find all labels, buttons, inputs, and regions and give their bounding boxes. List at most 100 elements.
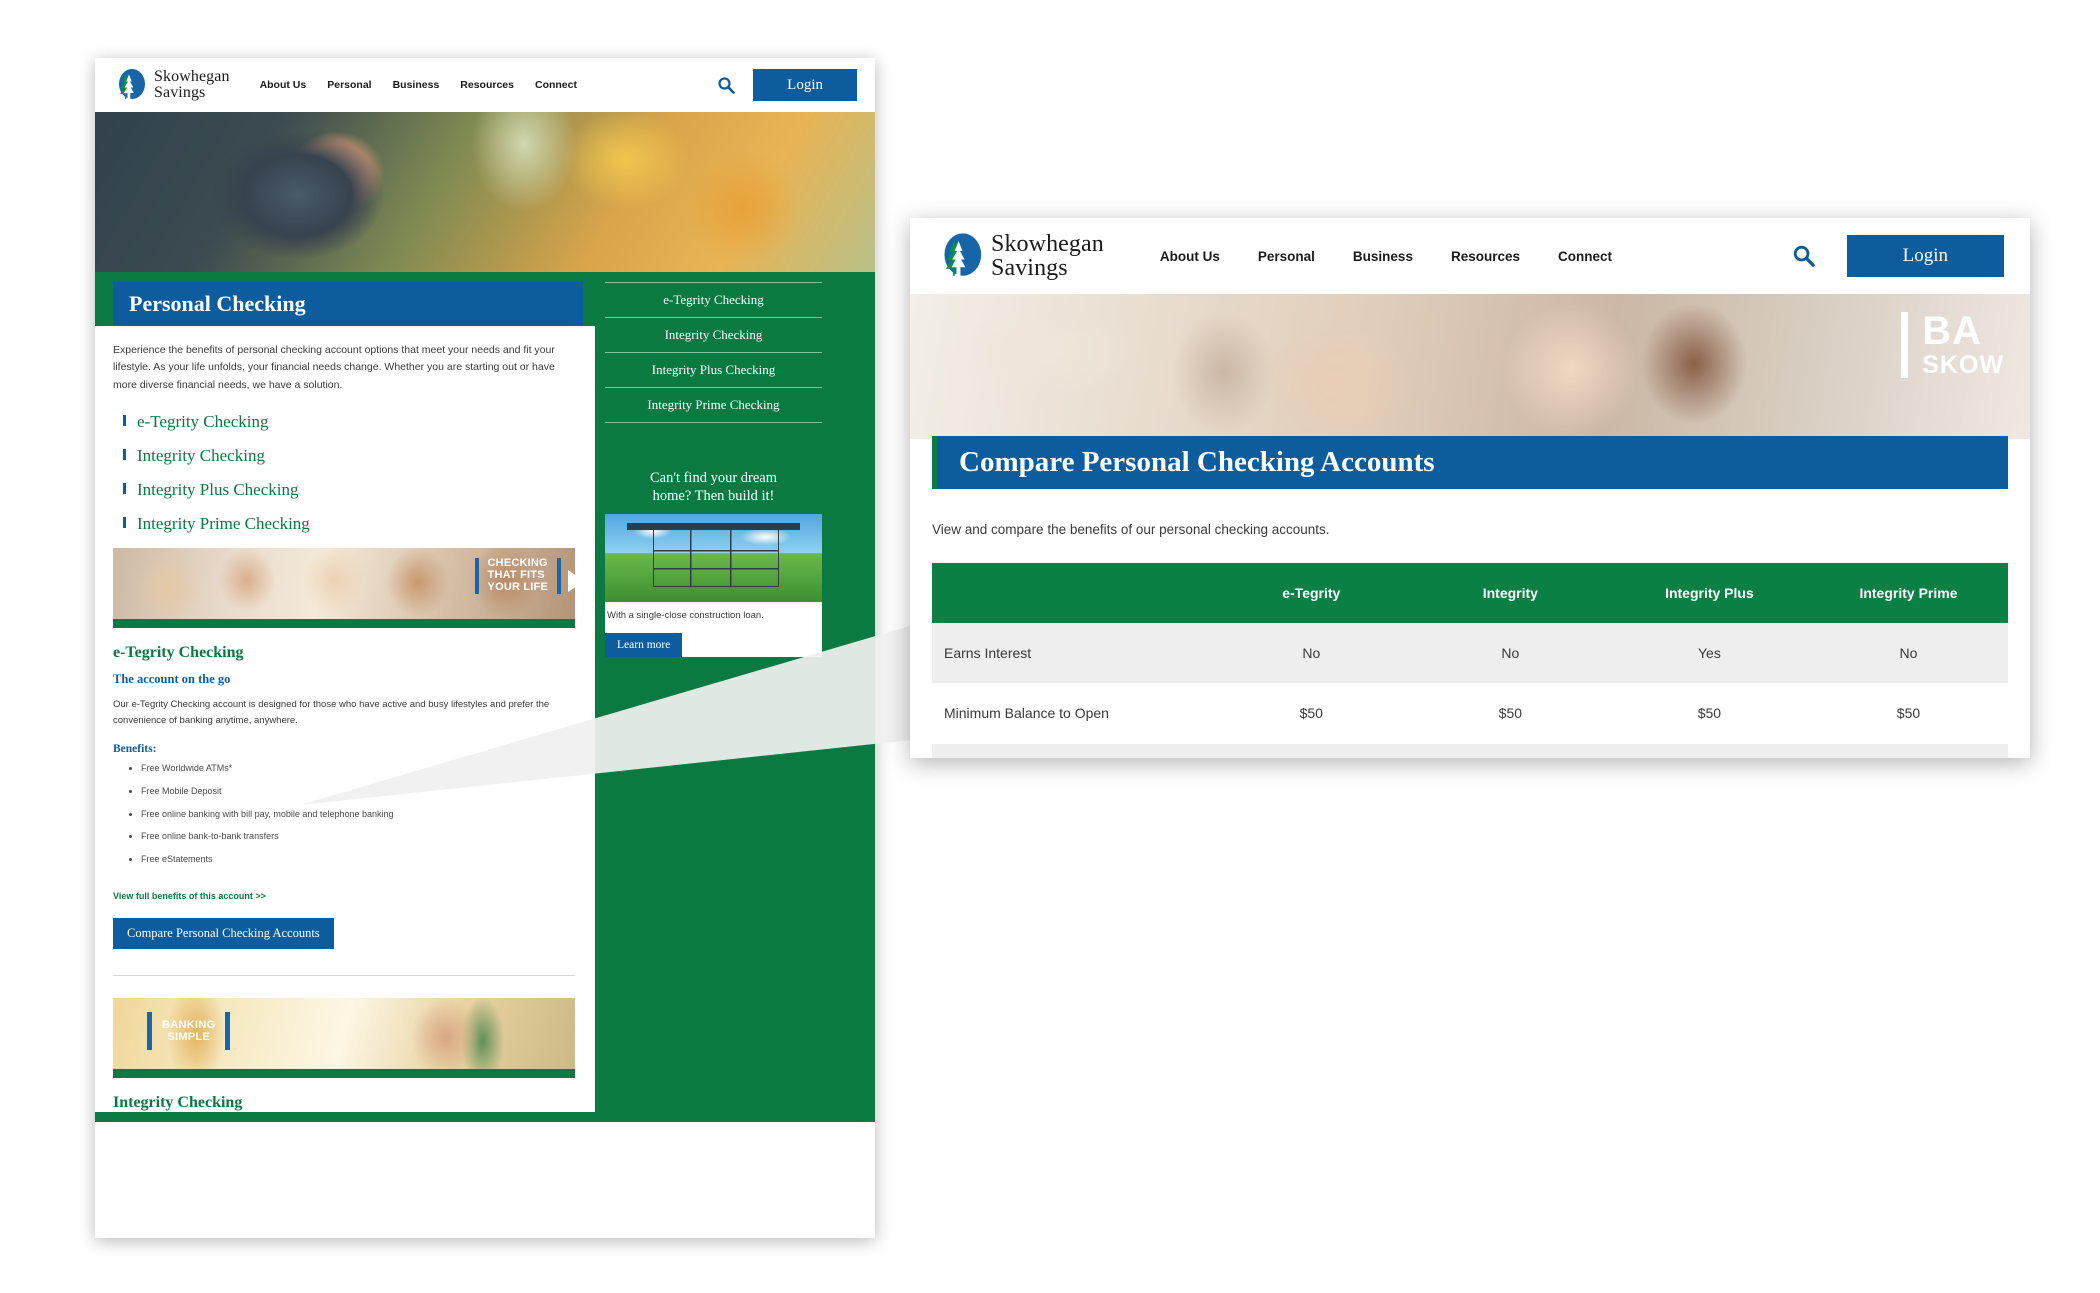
table-row: Minimum Monthly Average Daily Balance to… bbox=[932, 743, 2008, 758]
nav-item-connect[interactable]: Connect bbox=[535, 79, 577, 91]
compare-personal-checking-accounts-button[interactable]: Compare Personal Checking Accounts bbox=[113, 917, 334, 949]
row-label-earns-interest: Earns Interest bbox=[932, 623, 1212, 684]
account-link-etegrity[interactable]: e-Tegrity Checking bbox=[137, 412, 268, 431]
site-logo[interactable]: Skowhegan Savings bbox=[113, 68, 230, 102]
list-item: e-Tegrity Checking bbox=[123, 412, 577, 432]
section-heading-etegrity: e-Tegrity Checking bbox=[113, 643, 244, 661]
benefits-heading: Benefits: bbox=[113, 743, 157, 756]
play-arrow-icon[interactable] bbox=[568, 569, 575, 592]
column-header-integrity-plus: Integrity Plus bbox=[1609, 563, 1809, 623]
comparison-table: e-Tegrity Integrity Integrity Plus Integ… bbox=[932, 563, 2008, 758]
skowhegan-pine-tree-logo-icon bbox=[936, 232, 984, 280]
skowhegan-pine-tree-logo-icon bbox=[113, 68, 147, 102]
account-links-list: e-Tegrity Checking Integrity Checking In… bbox=[123, 412, 577, 534]
site-header-2: Skowhegan Savings About Us Personal Busi… bbox=[910, 218, 2030, 294]
nav-item-resources[interactable]: Resources bbox=[460, 79, 514, 91]
cell-earns-interest-integrity: No bbox=[1410, 623, 1610, 684]
house-blueprint-image bbox=[605, 514, 822, 603]
learn-more-button[interactable]: Learn more bbox=[605, 633, 683, 658]
search-icon[interactable] bbox=[717, 76, 735, 94]
promo-card-heading-line-1: Can't find your dream bbox=[649, 470, 778, 486]
table-head: e-Tegrity Integrity Integrity Plus Integ… bbox=[932, 563, 2008, 623]
house-roof-graphic bbox=[626, 523, 801, 531]
cell-min-balance-integrity: $50 bbox=[1498, 705, 1523, 722]
nav-item-business[interactable]: Business bbox=[1353, 249, 1413, 264]
cell-earns-interest-etegrity: No bbox=[1211, 623, 1411, 684]
page-title-2: Compare Personal Checking Accounts bbox=[932, 436, 2008, 489]
view-full-benefits-link[interactable]: View full benefits of this account >> bbox=[113, 891, 266, 901]
divider bbox=[113, 974, 575, 976]
column-header-etegrity: e-Tegrity bbox=[1211, 563, 1411, 623]
cell-earns-interest-integrity-prime: No bbox=[1808, 623, 2008, 684]
sidebar-item-integrity-plus-checking[interactable]: Integrity Plus Checking bbox=[605, 353, 822, 388]
nav-item-connect[interactable]: Connect bbox=[1558, 249, 1612, 264]
section-paragraph: Our e-Tegrity Checking account is design… bbox=[113, 698, 550, 727]
nav-item-business[interactable]: Business bbox=[393, 79, 440, 91]
lead-paragraph: View and compare the benefits of our per… bbox=[932, 522, 1330, 537]
promo-banner-banking-simple[interactable]: BANKING SIMPLE bbox=[113, 997, 575, 1078]
column-header-blank bbox=[932, 563, 1212, 623]
nav-item-personal[interactable]: Personal bbox=[327, 79, 371, 91]
account-link-integrity[interactable]: Integrity Checking bbox=[137, 446, 265, 465]
search-icon[interactable] bbox=[1792, 244, 1815, 268]
promo-card-heading: Can't find your dream home? Then build i… bbox=[605, 461, 822, 515]
sidebar-column: e-Tegrity Checking Integrity Checking In… bbox=[595, 272, 840, 1122]
compare-page-body: View and compare the benefits of our per… bbox=[910, 522, 2030, 758]
promo-card-heading-line-2: home? Then build it! bbox=[652, 487, 775, 504]
table-body: Earns Interest No No Yes No Minimum Bala… bbox=[932, 623, 2008, 758]
login-button[interactable]: Login bbox=[753, 69, 857, 101]
tagline-line-2: THAT FITS bbox=[487, 568, 545, 581]
column-header-integrity: Integrity bbox=[1410, 563, 1610, 623]
cell-waive-charge-integrity-prime: $50 bbox=[1808, 743, 2008, 758]
table-header-row: e-Tegrity Integrity Integrity Plus Integ… bbox=[932, 563, 2008, 623]
page-title: Personal Checking bbox=[113, 282, 583, 326]
hero-image-couple-with-tablet: BA SKOW bbox=[910, 294, 2030, 439]
row-label-minimum-balance-to-open: Minimum Balance to Open bbox=[944, 705, 1109, 722]
promo-banner-tagline: CHECKING THAT FITS YOUR LIFE bbox=[474, 557, 561, 594]
logo-line-1: Skowhegan bbox=[991, 231, 1104, 257]
main-content: Experience the benefits of personal chec… bbox=[95, 326, 595, 1112]
sidebar-item-integrity-checking[interactable]: Integrity Checking bbox=[605, 318, 822, 353]
list-item: Integrity Checking bbox=[123, 446, 577, 466]
tagline2-line-1: BANKING bbox=[162, 1018, 216, 1031]
site-logo-2[interactable]: Skowhegan Savings bbox=[936, 232, 1104, 280]
construction-loan-promo-card: Can't find your dream home? Then build i… bbox=[605, 461, 822, 658]
house-frame-graphic bbox=[652, 528, 779, 587]
logo-line-1: Skowhegan bbox=[154, 68, 230, 85]
cell-waive-charge-integrity-plus: $10,000.00 in combined deposit and/or lo… bbox=[1609, 743, 1809, 758]
cell-earns-interest-integrity-plus: Yes bbox=[1609, 623, 1809, 684]
foreground-browser-window: Skowhegan Savings About Us Personal Busi… bbox=[910, 218, 2030, 758]
table-row: Earns Interest No No Yes No bbox=[932, 623, 2008, 684]
table-row: Minimum Balance to Open $50 $50 $50 $50 bbox=[932, 683, 2008, 743]
page-body: Personal Checking Experience the benefit… bbox=[95, 272, 875, 1122]
cell-min-balance-integrity-plus: $50 bbox=[1697, 705, 1722, 722]
account-link-integrity-plus[interactable]: Integrity Plus Checking bbox=[137, 480, 298, 499]
background-browser-window: Skowhegan Savings About Us Personal Busi… bbox=[95, 58, 875, 1238]
site-header: Skowhegan Savings About Us Personal Busi… bbox=[95, 58, 875, 112]
sidebar-item-integrity-prime-checking[interactable]: Integrity Prime Checking bbox=[605, 388, 822, 423]
list-item: Free online banking with bill pay, mobil… bbox=[141, 809, 577, 821]
hero-tagline-line-2: SKOW bbox=[1922, 351, 2004, 379]
logo-wordmark: Skowhegan Savings bbox=[154, 69, 230, 101]
nav-item-personal[interactable]: Personal bbox=[1258, 249, 1315, 264]
sidebar-item-etegrity-checking[interactable]: e-Tegrity Checking bbox=[605, 283, 822, 318]
main-column: Personal Checking Experience the benefit… bbox=[95, 272, 595, 1122]
section-subheading: The account on the go bbox=[113, 671, 231, 686]
hero-image-autumn-hiker bbox=[95, 112, 875, 272]
logo-wordmark-2: Skowhegan Savings bbox=[991, 232, 1104, 280]
hero-tagline-line-1: BA bbox=[1922, 309, 1982, 353]
intro-paragraph: Experience the benefits of personal chec… bbox=[113, 344, 555, 391]
nav-item-about-us[interactable]: About Us bbox=[260, 79, 307, 91]
benefits-list: Free Worldwide ATMs* Free Mobile Deposit… bbox=[141, 763, 577, 865]
account-link-integrity-prime[interactable]: Integrity Prime Checking bbox=[137, 514, 310, 533]
login-button[interactable]: Login bbox=[1846, 234, 2004, 278]
list-item: Free Worldwide ATMs* bbox=[141, 763, 577, 775]
main-navigation: About Us Personal Business Resources Con… bbox=[260, 79, 577, 91]
list-item: Integrity Prime Checking bbox=[123, 514, 577, 534]
promo-banner-checking-that-fits[interactable]: CHECKING THAT FITS YOUR LIFE bbox=[113, 547, 575, 628]
section-heading-integrity: Integrity Checking bbox=[113, 1093, 243, 1111]
promo-card-caption: With a single-close construction loan. bbox=[607, 610, 764, 622]
nav-item-about-us[interactable]: About Us bbox=[1160, 249, 1220, 264]
nav-item-resources[interactable]: Resources bbox=[1451, 249, 1520, 264]
cell-waive-charge-etegrity: N/A bbox=[1211, 743, 1411, 758]
